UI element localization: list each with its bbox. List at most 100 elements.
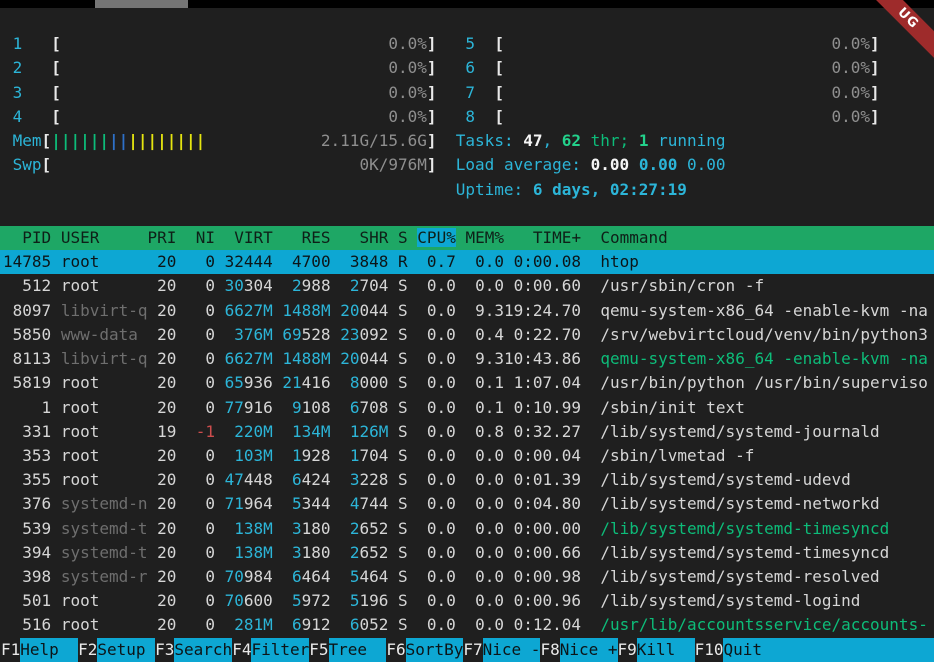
meter-bracket: ] (427, 58, 437, 77)
cell-pri: 20 (148, 398, 177, 417)
process-row[interactable]: 331 root 19 -1 220M 134M 126M S 0.0 0.8 … (0, 420, 934, 444)
fn-f6-sortby[interactable]: F6SortBy (386, 638, 463, 662)
process-row[interactable]: 353 root 20 0 103M 1928 1704 S 0.0 0.0 0… (0, 444, 934, 468)
cpu-meter-label: 8 (465, 107, 475, 126)
process-row[interactable]: 501 root 20 0 70600 5972 5196 S 0.0 0.0 … (0, 589, 934, 613)
process-row[interactable]: 355 root 20 0 47448 6424 3228 S 0.0 0.0 … (0, 468, 934, 492)
load-3: 0.00 (687, 155, 726, 174)
column-header-command[interactable]: Command (600, 228, 667, 247)
column-header-time[interactable]: TIME+ (533, 228, 581, 247)
cell-pid: 516 (3, 615, 51, 634)
column-header-res[interactable]: RES (302, 228, 331, 247)
fn-f8-nice[interactable]: F8Nice + (540, 638, 617, 662)
cell-command: htop (600, 252, 639, 271)
cell-time: 0:00.96 (504, 591, 581, 610)
fn-action-label: Search (174, 638, 232, 662)
cell-pri: 19 (148, 422, 177, 441)
fn-f4-filter[interactable]: F4Filter (232, 638, 309, 662)
cell-cpu: 0.0 (408, 446, 456, 465)
fn-f1-help[interactable]: F1Help (1, 638, 78, 662)
cell-command: /lib/systemd/systemd-udevd (600, 470, 850, 489)
cpu-meter-line: 3 [ 0.0%] 7 [ 0.0%] (0, 81, 934, 105)
mem-value: 376M (234, 325, 273, 344)
cpu-meter-line: 4 [ 0.0%] 8 [ 0.0%] (0, 105, 934, 129)
process-row[interactable]: 516 root 20 0 281M 6912 6052 S 0.0 0.0 0… (0, 613, 934, 637)
column-header-cpu[interactable]: CPU% (417, 228, 456, 247)
process-row[interactable]: 8097 libvirt-q 20 0 6627M 1488M 20044 S … (0, 299, 934, 323)
cell-command: /lib/systemd/systemd-timesyncd (600, 519, 889, 538)
blank-line (0, 202, 934, 226)
cell-state: S (388, 276, 407, 295)
cell-time: 0:00.98 (504, 567, 581, 586)
process-row[interactable]: 14785 root 20 0 32444 4700 3848 R 0.7 0.… (0, 250, 934, 274)
process-row[interactable]: 1 root 20 0 77916 9108 6708 S 0.0 0.1 0:… (0, 396, 934, 420)
load-2: 0.00 (639, 155, 678, 174)
fn-f3-search[interactable]: F3Search (155, 638, 232, 662)
cell-mem: 0.4 (456, 325, 504, 344)
meter-bracket: [ (494, 107, 504, 126)
cell-user: root (61, 422, 148, 441)
mem-value: 3 (292, 519, 302, 538)
meter-bracket: ] (427, 34, 437, 53)
cell-pid: 1 (3, 398, 51, 417)
process-row[interactable]: 5850 www-data 20 0 376M 69528 23092 S 0.… (0, 323, 934, 347)
cell-state: S (388, 591, 407, 610)
cell-user: systemd-n (61, 494, 148, 513)
cell-user: root (61, 373, 148, 392)
load-average-label: Load average: (456, 155, 591, 174)
table-header-row: PID USER PRI NI VIRT RES SHR S CPU% MEM%… (0, 226, 934, 250)
fn-f2-setup[interactable]: F2Setup (78, 638, 155, 662)
cell-pid: 398 (3, 567, 51, 586)
cell-user: systemd-r (61, 567, 148, 586)
blank-line (0, 8, 934, 32)
mem-value: 1 (292, 446, 302, 465)
cpu-meter-label: 7 (465, 83, 475, 102)
fn-f5-tree[interactable]: F5Tree (309, 638, 386, 662)
swp-meter-value: 0K/976M (359, 155, 426, 174)
process-row[interactable]: 539 systemd-t 20 0 138M 3180 2652 S 0.0 … (0, 517, 934, 541)
process-row[interactable]: 512 root 20 0 30304 2988 2704 S 0.0 0.0 … (0, 274, 934, 298)
fn-f9-kill[interactable]: F9Kill (618, 638, 695, 662)
cell-user: root (61, 252, 148, 271)
cell-ni: 0 (176, 252, 215, 271)
process-row[interactable]: 8113 libvirt-q 20 0 6627M 1488M 20044 S … (0, 347, 934, 371)
process-row[interactable]: 398 systemd-r 20 0 70984 6464 5464 S 0.0… (0, 565, 934, 589)
column-header-pri[interactable]: PRI (148, 228, 177, 247)
column-header-mem[interactable]: MEM% (465, 228, 504, 247)
cell-state: R (388, 252, 407, 271)
column-header-ni[interactable]: NI (196, 228, 215, 247)
cell-pid: 14785 (3, 252, 51, 271)
cell-command: /lib/systemd/systemd-logind (600, 591, 860, 610)
cell-state: S (388, 615, 407, 634)
process-row[interactable]: 5819 root 20 0 65936 21416 8000 S 0.0 0.… (0, 371, 934, 395)
cpu-meter-value: 0.0% (831, 58, 870, 77)
cell-command: qemu-system-x86_64 -enable-kvm -na (600, 301, 928, 320)
cell-state: S (388, 349, 407, 368)
cell-state: S (388, 325, 407, 344)
mem-value: 281M (234, 615, 273, 634)
cell-mem: 0.0 (456, 519, 504, 538)
cell-time: 0:12.04 (504, 615, 581, 634)
cell-ni: 0 (176, 567, 215, 586)
cell-command: /sbin/lvmetad -f (600, 446, 754, 465)
meter-bracket: ] (870, 34, 880, 53)
cell-mem: 0.0 (456, 567, 504, 586)
cell-mem: 0.0 (456, 494, 504, 513)
cell-cpu: 0.0 (408, 398, 456, 417)
fn-action-label: Quit (723, 638, 934, 662)
fn-f7-nice[interactable]: F7Nice - (463, 638, 540, 662)
process-row[interactable]: 376 systemd-n 20 0 71964 5344 4744 S 0.0… (0, 492, 934, 516)
column-header-virt[interactable]: VIRT (234, 228, 273, 247)
column-header-pid[interactable]: PID (22, 228, 51, 247)
column-header-user[interactable]: USER (61, 228, 100, 247)
column-header-shr[interactable]: SHR (359, 228, 388, 247)
column-header-s[interactable]: S (398, 228, 408, 247)
mem-value: 20 (340, 301, 359, 320)
process-row[interactable]: 394 systemd-t 20 0 138M 3180 2652 S 0.0 … (0, 541, 934, 565)
fn-f10-quit[interactable]: F10Quit (695, 638, 934, 662)
window-top-bar (0, 0, 934, 8)
window-tab-fragment[interactable] (95, 0, 188, 8)
cell-user: root (61, 615, 148, 634)
cell-time: 0:10.99 (504, 398, 581, 417)
cell-mem: 0.1 (456, 373, 504, 392)
